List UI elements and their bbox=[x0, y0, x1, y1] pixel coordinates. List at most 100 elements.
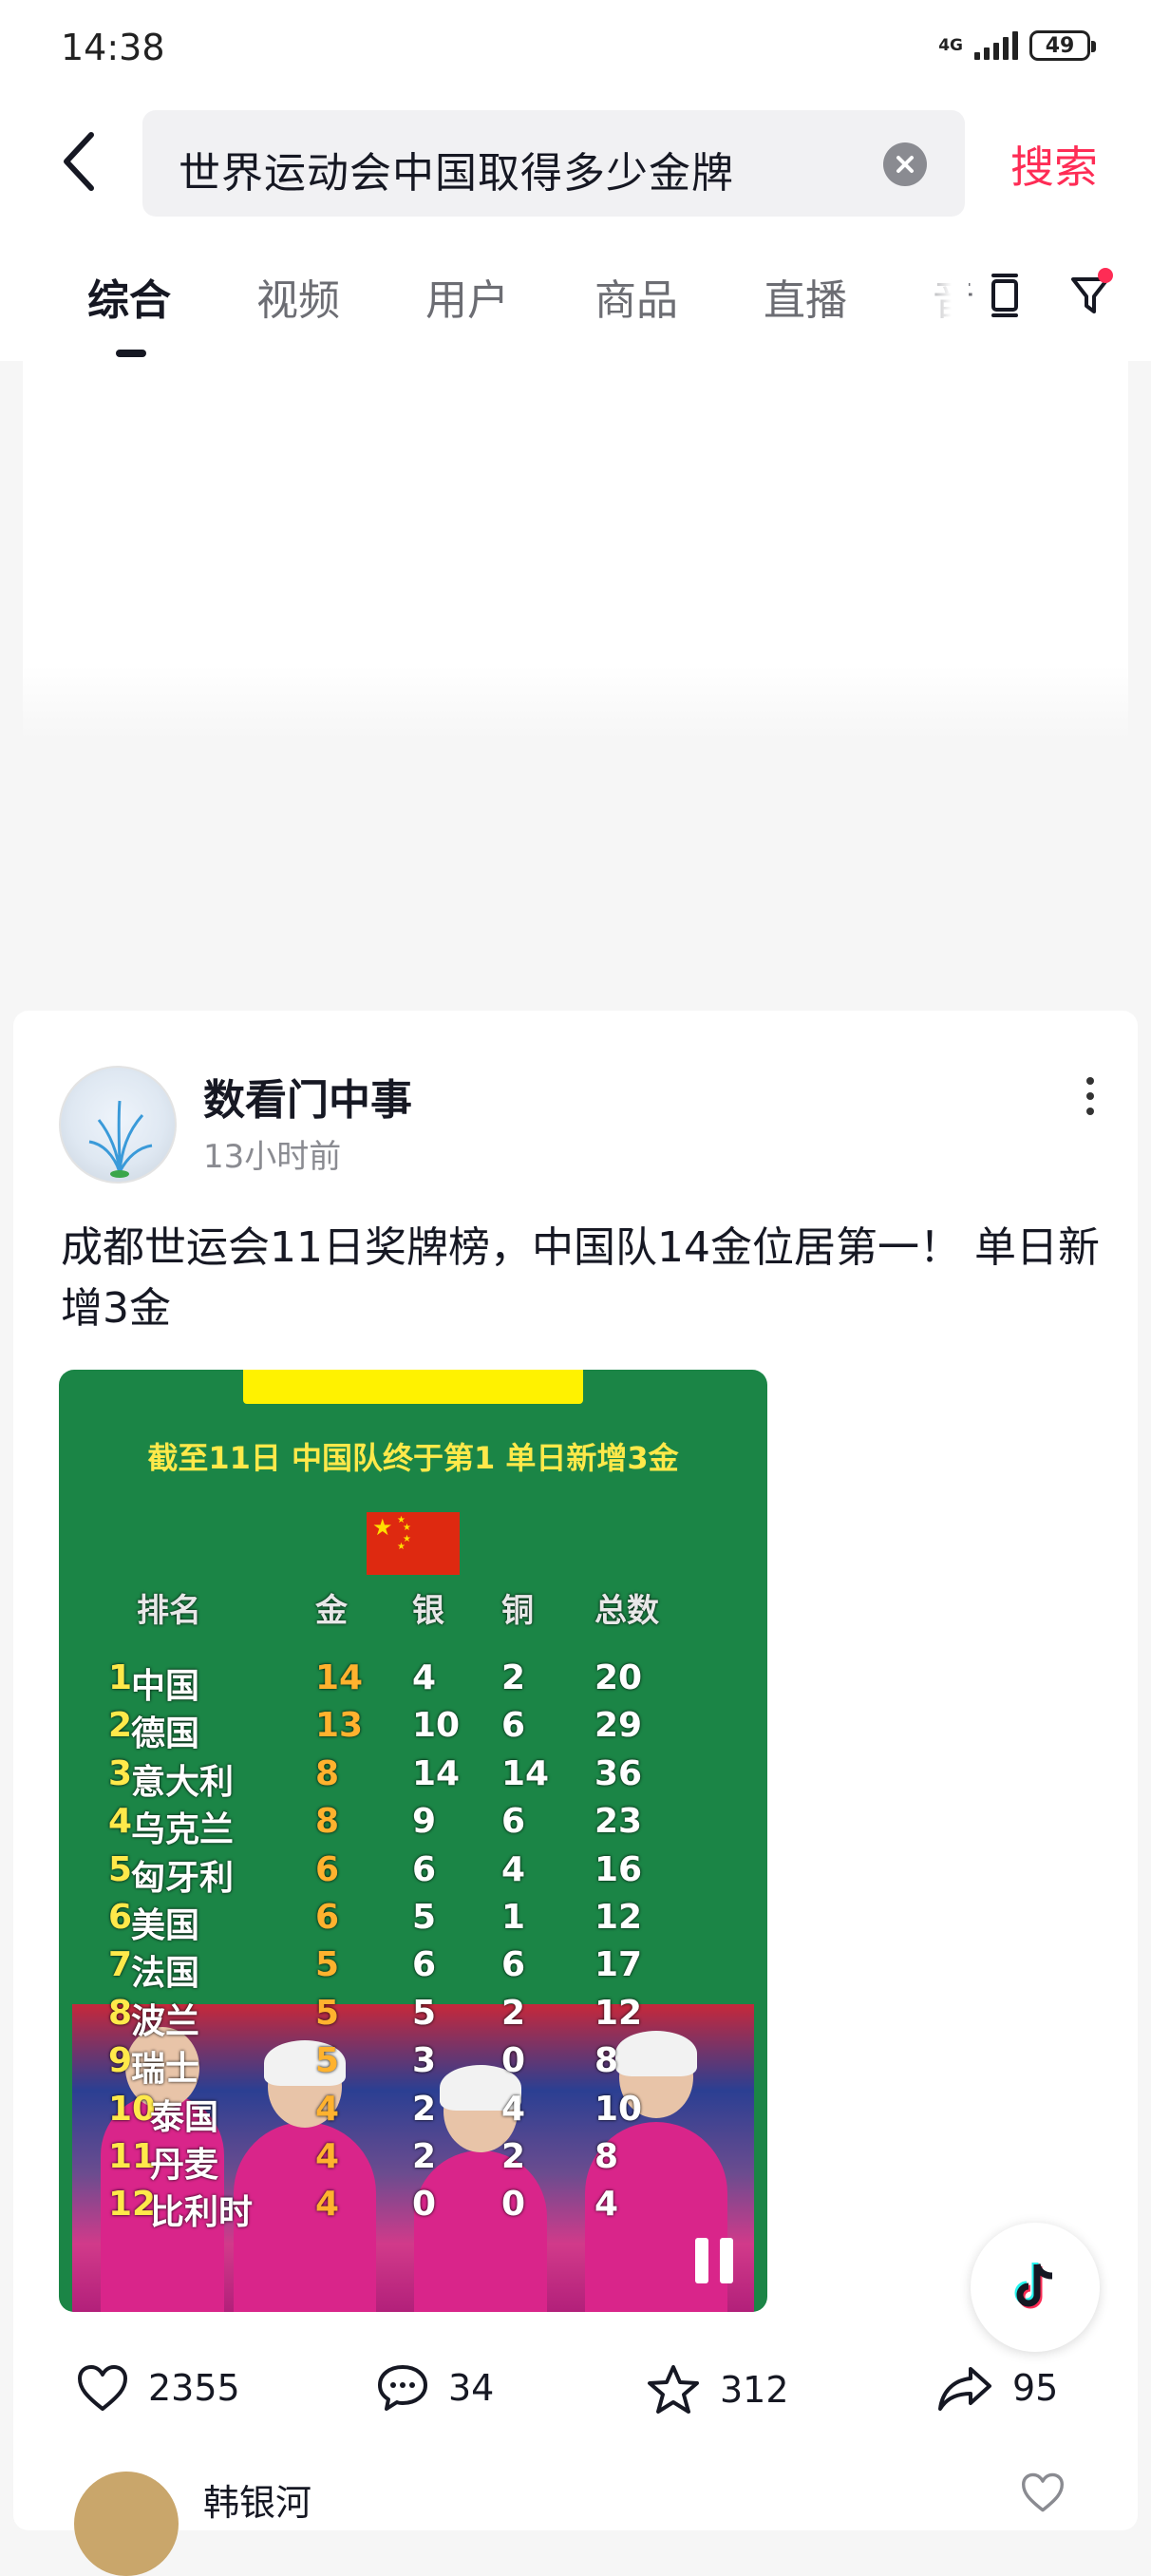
like-button[interactable]: 2355 bbox=[76, 2363, 240, 2413]
rank-cell: 11 bbox=[108, 2137, 157, 2176]
gold-cell: 5 bbox=[315, 1945, 340, 1985]
header-rank: 排名 bbox=[137, 1592, 201, 1630]
country-cell: 比利时 bbox=[150, 2193, 254, 2233]
medal-table-row: 9 瑞士 5 3 0 8 bbox=[59, 2041, 767, 2089]
status-bar: 14:38 4G 49 bbox=[0, 0, 1151, 95]
silver-cell: 3 bbox=[412, 2041, 437, 2081]
pause-icon bbox=[695, 2238, 708, 2283]
silver-cell: 9 bbox=[412, 1802, 437, 1842]
total-cell: 36 bbox=[594, 1753, 643, 1793]
next-author-avatar[interactable] bbox=[74, 2472, 179, 2576]
country-cell: 乌克兰 bbox=[131, 1810, 235, 1850]
douyin-float-button[interactable] bbox=[971, 2223, 1100, 2352]
tab-fade bbox=[912, 256, 969, 332]
gold-cell: 5 bbox=[315, 1993, 340, 2033]
country-cell: 美国 bbox=[131, 1906, 200, 1945]
search-button[interactable]: 搜索 bbox=[1010, 133, 1098, 196]
loading-placeholder bbox=[23, 361, 1128, 741]
tab-products[interactable]: 商品 bbox=[594, 266, 678, 327]
rank-cell: 6 bbox=[108, 1898, 133, 1937]
silver-cell: 5 bbox=[412, 1898, 437, 1937]
total-cell: 10 bbox=[594, 2089, 643, 2129]
share-button[interactable]: 95 bbox=[936, 2363, 1058, 2413]
rank-cell: 12 bbox=[108, 2185, 157, 2225]
search-input[interactable]: 世界运动会中国取得多少金牌 bbox=[142, 110, 965, 217]
tab-comprehensive[interactable]: 综合 bbox=[87, 266, 171, 327]
rank-cell: 9 bbox=[108, 2041, 133, 2081]
country-cell: 意大利 bbox=[131, 1762, 235, 1802]
post-title[interactable]: 成都世运会11日奖牌榜，中国队14金位居第一！ 单日新增3金 bbox=[61, 1218, 1115, 1339]
bronze-cell: 2 bbox=[501, 1658, 526, 1697]
notification-dot bbox=[1098, 268, 1113, 283]
total-cell: 8 bbox=[594, 2041, 619, 2081]
total-cell: 4 bbox=[594, 2185, 619, 2225]
gold-cell: 4 bbox=[315, 2089, 340, 2129]
rank-cell: 3 bbox=[108, 1753, 133, 1793]
bronze-cell: 0 bbox=[501, 2185, 526, 2225]
medal-table-row: 4 乌克兰 8 9 6 23 bbox=[59, 1802, 767, 1849]
silver-cell: 0 bbox=[412, 2185, 437, 2225]
author-avatar[interactable] bbox=[59, 1066, 177, 1184]
author-name[interactable]: 数看门中事 bbox=[203, 1066, 412, 1127]
country-cell: 波兰 bbox=[131, 2001, 200, 2041]
gold-cell: 6 bbox=[315, 1898, 340, 1937]
rank-cell: 5 bbox=[108, 1849, 133, 1889]
comment-button[interactable]: 34 bbox=[376, 2363, 494, 2413]
total-cell: 29 bbox=[594, 1706, 643, 1746]
bronze-cell: 14 bbox=[501, 1753, 550, 1793]
tab-video[interactable]: 视频 bbox=[256, 266, 340, 327]
tab-users[interactable]: 用户 bbox=[425, 266, 509, 327]
video-post-card[interactable]: 数看门中事 13小时前 成都世运会11日奖牌榜，中国队14金位居第一！ 单日新增… bbox=[13, 1011, 1138, 2530]
next-like-button[interactable] bbox=[1020, 2472, 1066, 2517]
medal-table-row: 12 比利时 4 0 0 4 bbox=[59, 2185, 767, 2232]
silver-cell: 6 bbox=[412, 1849, 437, 1889]
more-options-button[interactable] bbox=[1062, 1068, 1119, 1125]
bronze-cell: 4 bbox=[501, 2089, 526, 2129]
bronze-cell: 4 bbox=[501, 1849, 526, 1889]
active-tab-indicator bbox=[116, 350, 146, 357]
bronze-cell: 6 bbox=[501, 1945, 526, 1985]
pause-button[interactable] bbox=[695, 2238, 737, 2283]
douyin-logo-icon bbox=[1014, 2263, 1053, 2309]
rank-cell: 2 bbox=[108, 1706, 133, 1746]
like-count: 2355 bbox=[148, 2367, 240, 2409]
network-type: 4G bbox=[938, 35, 963, 55]
medal-table-row: 7 法国 5 6 6 17 bbox=[59, 1945, 767, 1993]
clear-search-button[interactable] bbox=[883, 142, 927, 186]
bronze-cell: 1 bbox=[501, 1898, 526, 1937]
next-author-name[interactable]: 韩银河 bbox=[203, 2473, 311, 2526]
battery-level: 49 bbox=[1045, 33, 1075, 58]
medal-table-row: 8 波兰 5 5 2 12 bbox=[59, 1994, 767, 2041]
gold-cell: 4 bbox=[315, 2185, 340, 2225]
medal-table-row: 10 泰国 4 2 4 10 bbox=[59, 2090, 767, 2137]
bronze-cell: 6 bbox=[501, 1802, 526, 1842]
gold-cell: 8 bbox=[315, 1753, 340, 1793]
medal-table-row: 2 德国 13 10 6 29 bbox=[59, 1706, 767, 1753]
search-tabs: 综合 视频 用户 商品 直播 音 bbox=[0, 228, 1151, 361]
filter-button[interactable] bbox=[1062, 266, 1119, 323]
silver-cell: 4 bbox=[412, 1658, 437, 1697]
total-cell: 12 bbox=[594, 1898, 643, 1937]
rank-cell: 4 bbox=[108, 1802, 133, 1842]
gold-cell: 14 bbox=[315, 1658, 364, 1697]
tablet-mode-button[interactable] bbox=[976, 266, 1033, 323]
bronze-cell: 6 bbox=[501, 1706, 526, 1746]
tab-live[interactable]: 直播 bbox=[764, 266, 847, 327]
gold-cell: 4 bbox=[315, 2137, 340, 2176]
medal-table-row: 11 丹麦 4 2 2 8 bbox=[59, 2137, 767, 2185]
rank-cell: 1 bbox=[108, 1658, 133, 1697]
share-icon bbox=[938, 2367, 991, 2411]
medal-table-row: 6 美国 6 5 1 12 bbox=[59, 1898, 767, 1945]
country-cell: 中国 bbox=[131, 1667, 200, 1706]
back-button[interactable] bbox=[49, 123, 106, 199]
share-count: 95 bbox=[1012, 2367, 1059, 2409]
next-post-card[interactable]: 韩银河 bbox=[13, 2460, 1138, 2576]
country-cell: 法国 bbox=[131, 1954, 200, 1994]
country-cell: 泰国 bbox=[150, 2097, 219, 2137]
video-player[interactable]: 截至11日 中国队终于第1 单日新增3金 ★ ★ ★ ★ ★ 排名 金 银 铜 … bbox=[59, 1370, 767, 2312]
country-cell: 匈牙利 bbox=[131, 1858, 235, 1898]
total-cell: 17 bbox=[594, 1945, 643, 1985]
china-flag: ★ ★ ★ ★ ★ bbox=[367, 1512, 460, 1575]
favorite-button[interactable]: 312 bbox=[646, 2363, 789, 2416]
favorite-count: 312 bbox=[720, 2369, 789, 2411]
